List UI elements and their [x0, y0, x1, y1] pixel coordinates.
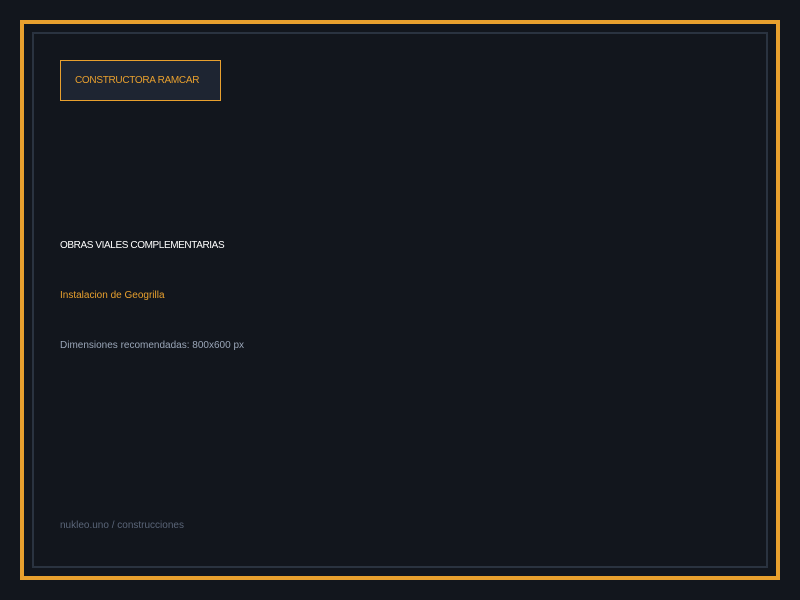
placeholder-canvas: CONSTRUCTORA RAMCAR OBRAS VIALES COMPLEM…	[0, 0, 800, 600]
footer-url: nukleo.uno / construcciones	[60, 520, 184, 531]
service-title: Instalacion de Geogrilla	[60, 290, 165, 301]
category-heading: OBRAS VIALES COMPLEMENTARIAS	[60, 240, 225, 251]
brand-badge: CONSTRUCTORA RAMCAR	[60, 60, 221, 101]
brand-label: CONSTRUCTORA RAMCAR	[75, 75, 200, 86]
dimensions-note: Dimensiones recomendadas: 800x600 px	[60, 340, 244, 351]
